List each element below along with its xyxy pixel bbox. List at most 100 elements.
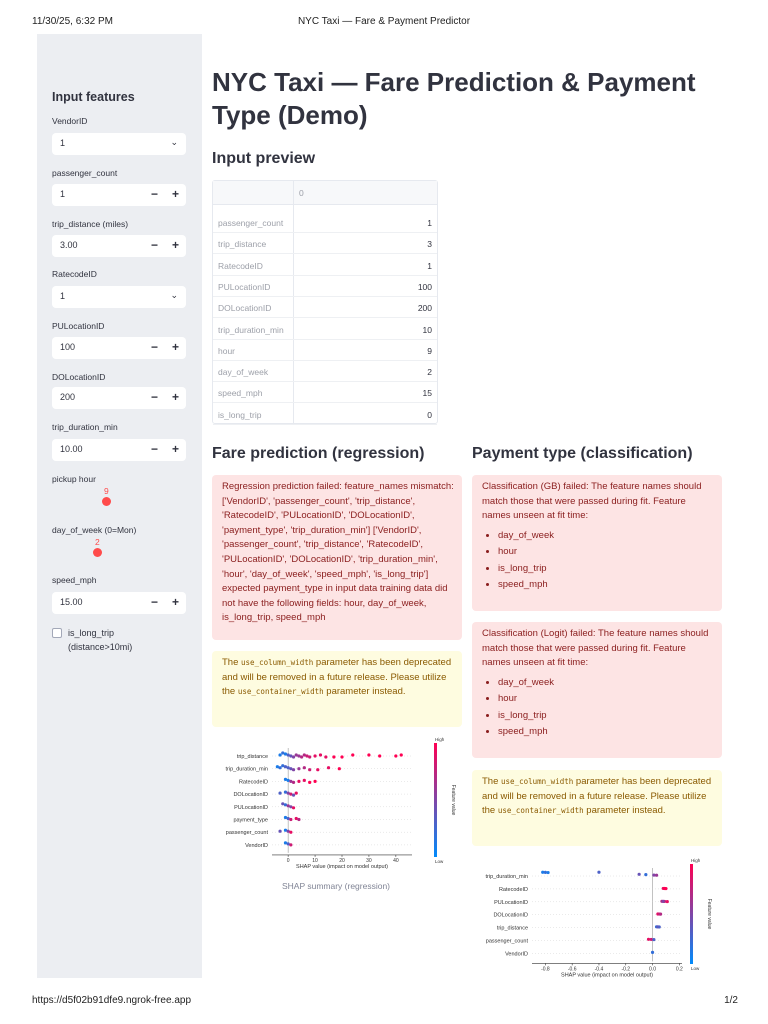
- minus-icon[interactable]: −: [151, 390, 158, 404]
- shap-point: [289, 830, 293, 834]
- speed-input[interactable]: 15.00 − +: [52, 592, 186, 614]
- plus-icon[interactable]: +: [172, 442, 179, 456]
- plus-icon[interactable]: +: [172, 340, 179, 354]
- colorbar-title: Feature value: [450, 785, 456, 816]
- pickup-hour-value: 9: [104, 486, 109, 496]
- table-row[interactable]: is_long_trip 0: [213, 404, 437, 425]
- table-row[interactable]: DOLocationID 200: [213, 297, 437, 319]
- shap-point: [546, 870, 550, 875]
- logit-unseen-features-list: day_of_weekhouris_long_tripspeed_mph: [482, 675, 714, 741]
- shap-point: [302, 778, 306, 782]
- shap-point: [351, 753, 355, 757]
- plus-icon[interactable]: +: [172, 238, 179, 252]
- ratecode-select[interactable]: 1 ⌄: [52, 286, 186, 308]
- feature-label: trip_distance: [497, 926, 528, 932]
- row-value: 1: [427, 218, 432, 228]
- pickup-hour-slider-thumb[interactable]: [102, 497, 111, 506]
- list-item: hour: [498, 544, 714, 561]
- minus-icon[interactable]: −: [151, 595, 158, 609]
- passenger-number-input[interactable]: 1 − +: [52, 184, 186, 206]
- warning-text-post: parameter instead.: [323, 686, 406, 698]
- input-preview-table[interactable]: 0 passenger_count 1 trip_distance 3 Ratecode…: [212, 180, 438, 425]
- row-index-label: passenger_count: [218, 218, 284, 228]
- shap-point: [394, 754, 398, 758]
- feature-label: PULocationID: [494, 900, 528, 906]
- shap-point: [332, 755, 336, 759]
- shap-point: [316, 768, 320, 772]
- plus-icon[interactable]: +: [172, 390, 179, 404]
- colorbar: [434, 743, 437, 857]
- row-value: 15: [422, 388, 432, 399]
- gb-error-content: Classification (GB) failed: The feature …: [482, 480, 714, 594]
- row-value: 3: [427, 239, 432, 250]
- x-tick-label: 40: [393, 858, 399, 864]
- row-index-label: speed_mph: [218, 388, 263, 399]
- row-value: 10: [422, 324, 432, 335]
- pu-location-input[interactable]: 100 − +: [52, 337, 186, 359]
- table-row[interactable]: trip_distance 3: [213, 233, 437, 255]
- is-long-trip-checkbox[interactable]: [52, 628, 62, 638]
- shap-point: [289, 817, 293, 822]
- plus-icon[interactable]: +: [172, 187, 179, 201]
- gb-error-text: Classification (GB) failed: The feature …: [482, 481, 702, 522]
- table-row[interactable]: trip_duration_min 10: [213, 319, 437, 340]
- day-of-week-slider-thumb[interactable]: [93, 548, 102, 557]
- warning-text-pre: The: [482, 776, 502, 787]
- shap-classification-svg: trip_duration_min RatecodeID PULocationID D…: [486, 858, 713, 978]
- day-of-week-value: 2: [95, 537, 100, 547]
- do-location-input[interactable]: 200 − +: [52, 387, 186, 409]
- feature-label: trip_distance: [237, 754, 268, 760]
- logit-error-content: Classification (Logit) failed: The featu…: [482, 627, 714, 741]
- table-row[interactable]: speed_mph 15: [213, 382, 437, 404]
- column-header-0[interactable]: 0: [299, 188, 304, 198]
- colorbar-low-label: Low: [691, 966, 700, 971]
- x-tick-label: 0: [287, 858, 290, 864]
- minus-icon[interactable]: −: [151, 238, 158, 252]
- table-row[interactable]: passenger_count 1: [213, 212, 437, 233]
- minus-icon[interactable]: −: [151, 187, 158, 201]
- shap-point: [662, 886, 667, 891]
- shap-point: [278, 791, 282, 795]
- shap-point: [650, 950, 655, 954]
- feature-label: PULocationID: [234, 805, 268, 811]
- ratecode-label: RatecodeID: [52, 269, 97, 279]
- shap-point: [291, 806, 296, 810]
- feature-label: passenger_count: [486, 939, 529, 945]
- shap-point: [597, 870, 601, 874]
- warning-code-param: use_column_width: [241, 658, 314, 667]
- warning-text-pre: The: [222, 657, 242, 668]
- shap-point: [300, 755, 304, 759]
- shap-point: [658, 912, 663, 916]
- table-row[interactable]: hour 9: [213, 340, 437, 361]
- table-row[interactable]: PULocationID 100: [213, 276, 437, 297]
- colorbar-high-label: High: [435, 737, 445, 742]
- shap-point: [291, 780, 296, 784]
- warning-code-param: use_column_width: [501, 777, 574, 786]
- feature-label: trip_duration_min: [226, 767, 269, 773]
- shap-point: [661, 899, 665, 903]
- row-value: 200: [417, 303, 432, 314]
- table-row[interactable]: day_of_week 2: [213, 361, 437, 383]
- table-row[interactable]: RatecodeID 1: [213, 255, 437, 276]
- plus-icon[interactable]: +: [172, 595, 179, 609]
- pickup-hour-label: pickup hour: [52, 474, 96, 484]
- trip-distance-input[interactable]: 3.00 − +: [52, 235, 186, 257]
- page-title: NYC Taxi — Fare Prediction & Payment Typ…: [212, 67, 696, 130]
- fare-heading: Fare prediction (regression): [212, 445, 425, 462]
- x-axis-label: SHAP value (impact on model output): [296, 864, 388, 870]
- row-index-label: trip_distance: [218, 239, 267, 250]
- gb-unseen-features-list: day_of_weekhouris_long_tripspeed_mph: [482, 528, 714, 594]
- colorbar: [690, 864, 693, 964]
- is-long-trip-label: is_long_trip (distance>10mi): [68, 628, 133, 652]
- list-item: is_long_trip: [498, 561, 714, 578]
- vendor-select[interactable]: 1 ⌄: [52, 133, 186, 155]
- minus-icon[interactable]: −: [151, 442, 158, 456]
- row-index-label: is_long_trip: [218, 409, 262, 420]
- duration-input[interactable]: 10.00 − +: [52, 439, 186, 461]
- print-page-number: 1/2: [724, 995, 738, 1006]
- x-axis-label: SHAP value (impact on model output): [561, 972, 653, 978]
- minus-icon[interactable]: −: [151, 340, 158, 354]
- shap-point: [297, 817, 301, 822]
- fare-deprecation-warning: The use_column_width parameter has been …: [212, 651, 462, 727]
- shap-point: [340, 755, 344, 759]
